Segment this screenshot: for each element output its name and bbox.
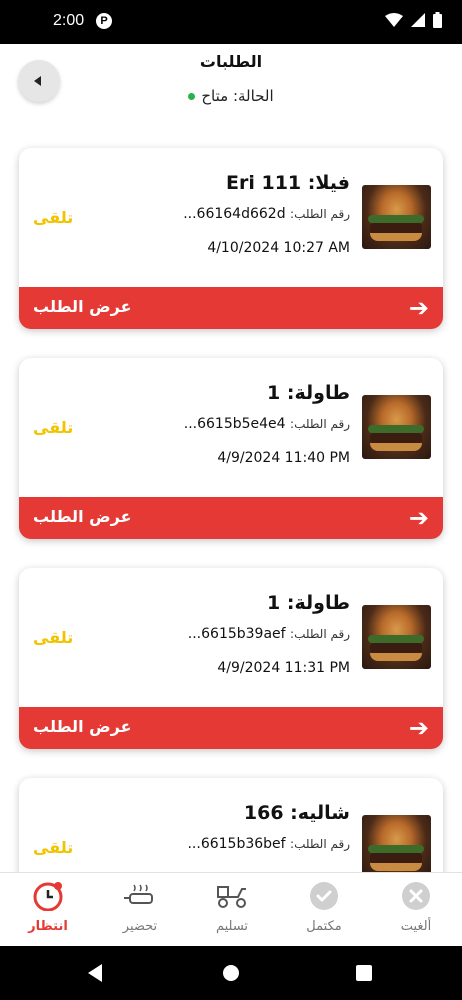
order-date: 4/9/2024 11:31 PM bbox=[217, 660, 350, 676]
order-card[interactable]: طاولة: 1 رقم الطلب: 6615b5e4e4... 4/9/20… bbox=[19, 358, 443, 539]
order-number-label: رقم الطلب: bbox=[290, 627, 350, 641]
order-title: شاليه: 166 bbox=[243, 802, 350, 824]
order-number: رقم الطلب: 6615b5e4e4... bbox=[184, 416, 350, 432]
order-number-label: رقم الطلب: bbox=[290, 207, 350, 221]
view-order-button[interactable]: ➔ عرض الطلب bbox=[19, 287, 443, 329]
tab-delivery[interactable]: تسليم bbox=[186, 873, 278, 947]
burger-image bbox=[362, 605, 431, 669]
burger-image bbox=[362, 815, 431, 872]
arrow-right-icon: ➔ bbox=[408, 714, 429, 742]
bottom-tab-bar: ألغيت مكتمل تسليم تحضير انتظار bbox=[0, 872, 462, 947]
view-order-label: عرض الطلب bbox=[33, 297, 132, 316]
clock-icon bbox=[33, 882, 63, 911]
order-number-value: 6615b36bef... bbox=[187, 836, 286, 852]
battery-icon bbox=[433, 12, 442, 28]
order-title: فيلا: Eri 111 bbox=[226, 172, 350, 194]
order-date: 4/9/2024 11:40 PM bbox=[217, 450, 350, 466]
nav-back-icon[interactable] bbox=[88, 964, 102, 982]
p-badge-icon: P bbox=[96, 13, 112, 29]
orders-list[interactable]: فيلا: Eri 111 رقم الطلب: 66164d662d... 4… bbox=[0, 130, 462, 872]
order-number: رقم الطلب: 6615b39aef... bbox=[188, 626, 350, 642]
system-icons bbox=[385, 12, 442, 28]
order-card[interactable]: شاليه: 166 رقم الطلب: 6615b36bef... تلقى bbox=[19, 778, 443, 872]
cancel-icon bbox=[402, 882, 430, 910]
arrow-right-icon: ➔ bbox=[408, 294, 429, 322]
arrow-right-icon: ➔ bbox=[408, 504, 429, 532]
tab-preparing[interactable]: تحضير bbox=[94, 873, 186, 947]
burger-image bbox=[362, 395, 431, 459]
tab-completed[interactable]: مكتمل bbox=[278, 873, 370, 947]
tab-waiting[interactable]: انتظار bbox=[2, 873, 94, 947]
tab-cancelled[interactable]: ألغيت bbox=[370, 873, 462, 947]
delivery-scooter-icon bbox=[217, 886, 246, 908]
tab-label: ألغيت bbox=[400, 919, 432, 934]
order-title: طاولة: 1 bbox=[267, 382, 350, 404]
wifi-icon bbox=[385, 13, 403, 27]
order-number-value: 6615b5e4e4... bbox=[183, 416, 286, 432]
order-number: رقم الطلب: 66164d662d... bbox=[183, 206, 350, 222]
order-number: رقم الطلب: 6615b36bef... bbox=[187, 836, 350, 852]
view-order-label: عرض الطلب bbox=[33, 717, 132, 736]
check-circle-icon bbox=[310, 882, 338, 910]
clock-time: 2:00 bbox=[53, 12, 85, 29]
tab-label: انتظار bbox=[28, 919, 68, 934]
view-order-button[interactable]: ➔ عرض الطلب bbox=[19, 497, 443, 539]
order-number-label: رقم الطلب: bbox=[290, 417, 350, 431]
order-state: تلقى bbox=[33, 628, 74, 647]
order-date: 4/10/2024 10:27 AM bbox=[207, 240, 350, 256]
order-number-value: 6615b39aef... bbox=[187, 626, 286, 642]
page-header: الطلبات الحالة: متاح bbox=[0, 44, 462, 130]
nav-recents-icon[interactable] bbox=[356, 965, 372, 981]
order-card[interactable]: فيلا: Eri 111 رقم الطلب: 66164d662d... 4… bbox=[19, 148, 443, 329]
view-order-label: عرض الطلب bbox=[33, 507, 132, 526]
order-state: تلقى bbox=[33, 418, 74, 437]
order-card[interactable]: طاولة: 1 رقم الطلب: 6615b39aef... 4/9/20… bbox=[19, 568, 443, 749]
tab-label: تسليم bbox=[215, 919, 249, 934]
tab-label: مكتمل bbox=[306, 919, 342, 934]
status-text: الحالة: متاح bbox=[201, 87, 274, 105]
order-title: طاولة: 1 bbox=[267, 592, 350, 614]
signal-icon bbox=[411, 13, 425, 27]
order-state: تلقى bbox=[33, 208, 74, 227]
tab-label: تحضير bbox=[122, 919, 158, 934]
status-dot-icon bbox=[188, 93, 196, 100]
order-number-label: رقم الطلب: bbox=[290, 837, 350, 851]
order-state: تلقى bbox=[33, 838, 74, 857]
nav-home-icon[interactable] bbox=[223, 965, 239, 981]
availability-status: الحالة: متاح bbox=[0, 87, 462, 105]
status-bar: 2:00 P bbox=[0, 0, 462, 44]
order-number-value: 66164d662d... bbox=[183, 206, 286, 222]
view-order-button[interactable]: ➔ عرض الطلب bbox=[19, 707, 443, 749]
page-title: الطلبات bbox=[199, 52, 263, 71]
cooking-pan-icon bbox=[124, 884, 153, 904]
burger-image bbox=[362, 185, 431, 249]
system-nav-bar bbox=[0, 946, 462, 1000]
